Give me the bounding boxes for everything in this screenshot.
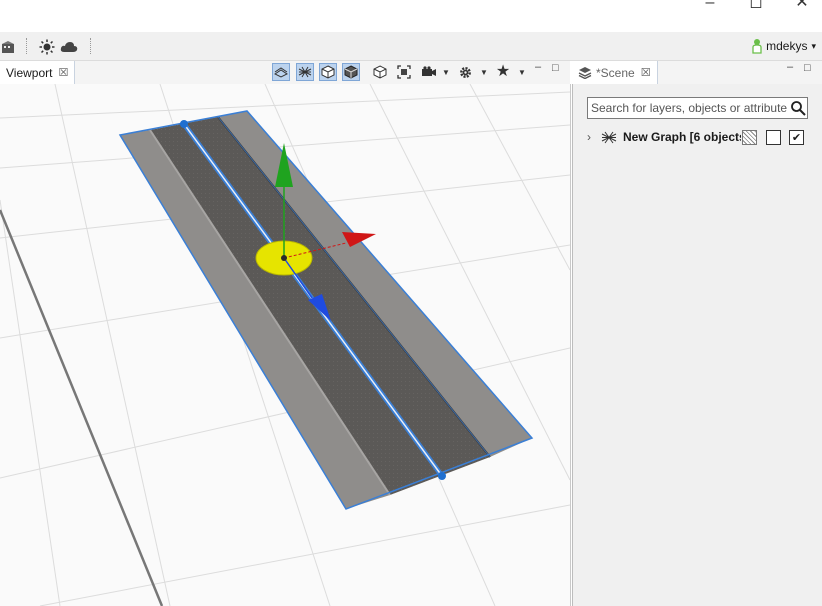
maximize-scene-button[interactable]: □ xyxy=(804,62,811,74)
close-window-button[interactable]: ✕ xyxy=(782,0,822,10)
tree-item-label: New Graph [6 objects] xyxy=(623,130,741,144)
main-toolbar xyxy=(0,32,822,61)
expand-chevron-icon[interactable]: › xyxy=(587,130,601,144)
layers-toggle-icon[interactable] xyxy=(296,63,314,81)
shaded-toggle-icon[interactable] xyxy=(319,63,337,81)
sun-icon[interactable] xyxy=(38,38,56,56)
building-icon[interactable] xyxy=(0,38,18,56)
settings-menu-caret-icon[interactable]: ▼ xyxy=(480,68,488,77)
viewport-canvas[interactable] xyxy=(0,84,571,606)
minimize-window-button[interactable]: – xyxy=(690,0,730,10)
layers-icon xyxy=(578,67,592,79)
minimize-scene-button[interactable]: – xyxy=(787,61,793,73)
graph-layer-icon xyxy=(601,131,617,143)
visibility-checkbox[interactable]: ✔ xyxy=(789,129,804,145)
bookmark-cube-icon[interactable] xyxy=(371,63,389,81)
camera-icon[interactable] xyxy=(420,63,438,81)
viewport-tab-label: Viewport xyxy=(6,65,53,80)
frame-selection-icon[interactable] xyxy=(395,63,413,81)
wireframe-toggle-icon[interactable] xyxy=(272,63,290,81)
lock-toggle-icon[interactable] xyxy=(742,129,757,145)
user-menu[interactable]: mdekys ▾ xyxy=(752,38,816,54)
scene-tab-label: *Scene xyxy=(596,65,635,80)
close-viewport-tab-icon[interactable]: ☒ xyxy=(58,66,68,79)
search-icon[interactable] xyxy=(790,100,806,116)
maximize-viewport-button[interactable]: □ xyxy=(552,62,559,74)
textured-toggle-icon[interactable] xyxy=(342,63,360,81)
star-icon[interactable]: ★ xyxy=(494,62,512,80)
scene-search-input[interactable] xyxy=(588,101,790,115)
user-name: mdekys xyxy=(766,39,808,53)
cloud-icon[interactable] xyxy=(60,38,78,56)
end-node-handle xyxy=(438,472,446,480)
world-axis-line xyxy=(0,209,164,606)
toolbar-separator xyxy=(90,38,92,54)
tab-scene[interactable]: *Scene ☒ xyxy=(572,61,658,84)
scene-search-box xyxy=(587,97,808,119)
scene-panel xyxy=(572,84,822,606)
camera-menu-caret-icon[interactable]: ▼ xyxy=(442,68,450,77)
close-scene-tab-icon[interactable]: ☒ xyxy=(641,66,651,79)
gear-icon[interactable] xyxy=(456,63,474,81)
restore-window-button[interactable]: ◻ xyxy=(736,0,776,10)
user-icon xyxy=(752,39,762,54)
tab-viewport[interactable]: Viewport ☒ xyxy=(0,61,76,84)
start-node-handle xyxy=(180,120,188,128)
toolbar-separator xyxy=(26,38,28,54)
favorites-menu-caret-icon[interactable]: ▼ xyxy=(518,68,526,77)
tree-item-new-graph[interactable]: › New Graph [6 objects] ✔ xyxy=(587,128,815,146)
lock-checkbox[interactable] xyxy=(766,129,781,145)
user-menu-caret[interactable]: ▾ xyxy=(811,41,816,52)
minimize-viewport-button[interactable]: – xyxy=(535,61,541,73)
